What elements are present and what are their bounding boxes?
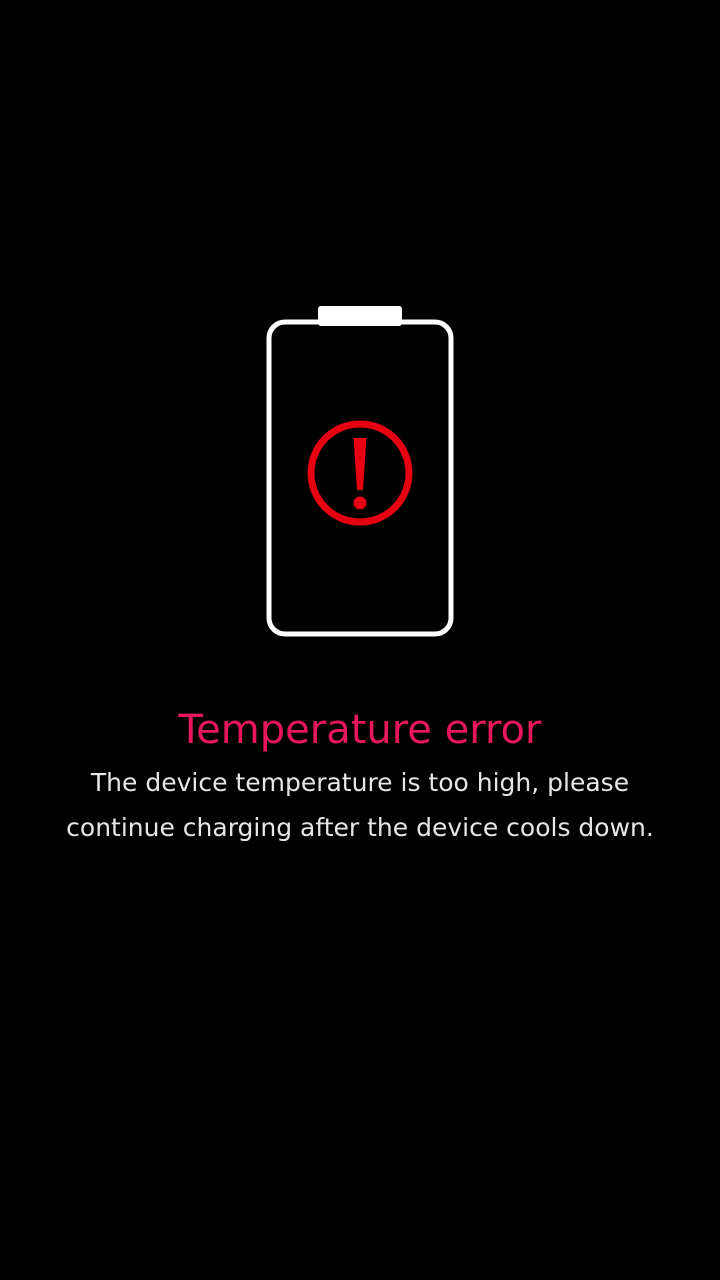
battery-outline-icon [266, 306, 454, 637]
battery-illustration [260, 300, 460, 645]
exclamation-circle-icon [307, 420, 413, 526]
error-title: Temperature error [178, 707, 542, 753]
error-message: The device temperature is too high, plea… [66, 768, 654, 842]
